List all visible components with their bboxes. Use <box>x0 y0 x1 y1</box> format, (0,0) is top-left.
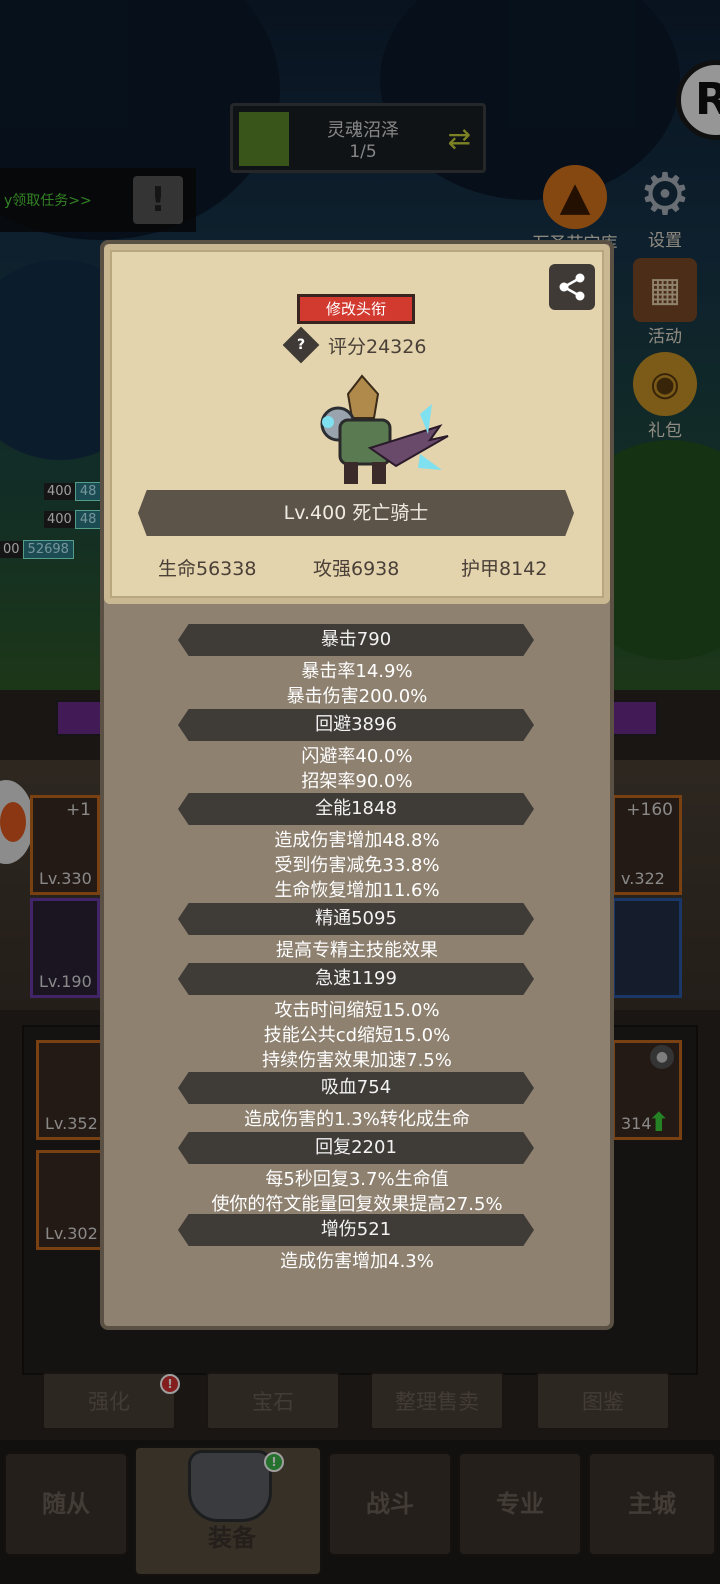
stat-line: 招架率90.0% <box>301 771 413 792</box>
stat-line: 闪避率40.0% <box>301 746 413 767</box>
stat-line: 造成伤害增加48.8% <box>274 830 440 851</box>
edit-title-button[interactable]: 修改头衔 <box>297 294 415 324</box>
stat-line: 技能公共cd缩短15.0% <box>263 1025 451 1046</box>
share-button[interactable] <box>549 264 595 310</box>
armor-stat: 护甲8142 <box>461 558 548 580</box>
stat-line: 造成伤害的1.3%转化成生命 <box>244 1109 470 1130</box>
stat-line: 生命恢复增加11.6% <box>274 880 440 901</box>
stat-header-mastery: 精通5095 <box>178 903 534 935</box>
stat-line: 持续伤害效果加速7.5% <box>262 1050 452 1071</box>
stat-line: 暴击率14.9% <box>301 661 413 682</box>
stat-line: 受到伤害减免33.8% <box>274 855 440 876</box>
score-row: ? 评分24326 <box>282 326 427 364</box>
attack-stat: 攻强6938 <box>313 558 400 580</box>
stat-header-avoidance: 回避3896 <box>178 709 534 741</box>
stat-line: 提高专精主技能效果 <box>276 940 438 961</box>
stat-header-damage-bonus: 增伤521 <box>178 1214 534 1246</box>
hp-stat: 生命56338 <box>158 558 257 580</box>
stat-line: 暴击伤害200.0% <box>286 686 428 707</box>
score-value: 评分24326 <box>328 335 427 358</box>
stat-line: 使你的符文能量回复效果提高27.5% <box>211 1194 503 1215</box>
stat-line: 造成伤害增加4.3% <box>280 1251 434 1272</box>
share-icon <box>559 273 585 301</box>
stat-header-versatility: 全能1848 <box>178 793 534 825</box>
stat-header-crit: 暴击790 <box>178 624 534 656</box>
stat-line: 攻击时间缩短15.0% <box>274 1000 440 1021</box>
stat-line: 每5秒回复3.7%生命值 <box>265 1169 449 1190</box>
death-knight-sprite <box>320 374 449 484</box>
stat-header-lifesteal: 吸血754 <box>178 1072 534 1104</box>
help-icon[interactable]: ? <box>282 326 320 364</box>
character-name: Lv.400 死亡骑士 <box>138 490 574 536</box>
stat-header-haste: 急速1199 <box>178 963 534 995</box>
stat-header-regen: 回复2201 <box>178 1132 534 1164</box>
